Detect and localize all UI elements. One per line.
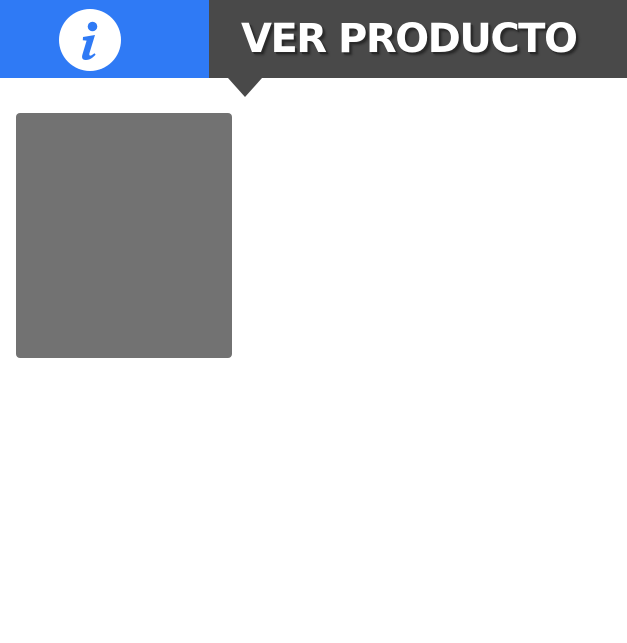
title-banner[interactable]: VER PRODUCTO <box>209 0 627 78</box>
header-bar: VER PRODUCTO <box>0 0 627 78</box>
info-icon-glyph <box>82 21 98 60</box>
page-title: VER PRODUCTO <box>241 16 578 62</box>
info-icon <box>59 9 121 71</box>
product-image-placeholder[interactable] <box>16 113 232 358</box>
banner-pointer-arrow <box>228 78 262 97</box>
page: VER PRODUCTO <box>0 0 627 643</box>
info-button[interactable] <box>0 0 209 78</box>
